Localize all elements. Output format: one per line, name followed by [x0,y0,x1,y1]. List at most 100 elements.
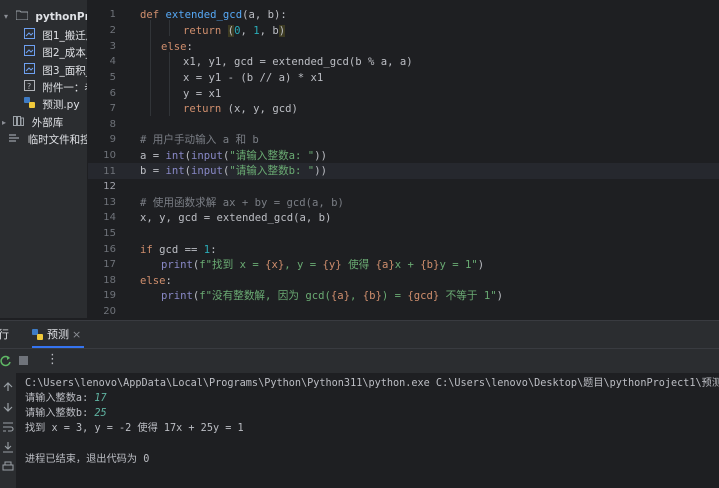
chevron-down-icon[interactable]: ▾ [4,8,8,26]
line-number: 13 [103,197,116,208]
code-editor[interactable]: 1 2 3 4 5 6 7 8 9 10 11 12 13 14 15 16 1… [88,0,719,318]
fstring-field: {b} [420,259,440,271]
code-text: : [210,244,217,256]
tree-item-image2[interactable]: 图2_成本_vs_ [24,44,87,62]
function-name: extended_gcd [165,9,243,21]
bracket-match: ) [278,25,286,37]
arrow-up-icon[interactable] [2,381,14,393]
project-root[interactable]: ▾ pythonProject1 [4,8,87,26]
line-number: 1 [109,9,116,20]
tree-item-predict-py[interactable]: 预测.py [24,96,80,114]
line-number: 10 [103,150,116,161]
code-text: (x, y, gcd) [227,103,298,115]
console-prompt-a: 请输入整数a: 17 [25,391,107,407]
run-window-title: 行 [0,328,9,341]
code-line-18: print(f"找到 x = {x}, y = {y} 使得 {a}x + {b… [161,257,484,273]
code-line-4: x1, y1, gcd = extended_gcd(b % a, a) [183,56,413,68]
tree-item-image3[interactable]: 图3_面积_vs_ [24,62,87,80]
line-number: 11 [103,166,116,177]
close-icon[interactable]: × [72,321,81,348]
code-text: )) [314,165,327,177]
fstring-field: {gcd} [407,290,440,302]
image-icon [24,27,35,45]
string-literal: , [349,290,363,302]
line-number: 4 [109,56,116,67]
tree-item-scratches[interactable]: 临时文件和控制台 [2,131,87,149]
line-number-gutter[interactable]: 1 2 3 4 5 6 7 8 9 10 11 12 13 14 15 16 1… [88,0,122,318]
code-line-12: b = int(input("请输入整数b: ")) [140,163,327,179]
string-literal: 不等于 1" [439,290,497,302]
keyword-if: if [140,244,153,256]
tree-item-label: 临时文件和控制台 [27,134,87,146]
tree-item-label: 附件一：老城 [42,82,87,94]
line-number: 2 [109,25,116,36]
chevron-right-icon[interactable]: ▸ [2,114,6,132]
project-root-label: pythonProject1 [35,11,87,23]
run-tool-window-header: 行 预测 × [0,320,719,349]
more-options-icon[interactable]: ⋮ [46,352,59,367]
code-line-14: # 使用函数求解 ax + by = gcd(a, b) [140,197,344,209]
console-text: 请输入整数b: [25,408,95,419]
code-line-11: a = int(input("请输入整数a: ")) [140,148,327,164]
rerun-icon[interactable] [0,355,12,367]
keyword-return: return [183,103,222,115]
python-file-icon [24,96,35,114]
builtin-int: int [165,165,185,177]
code-line-2: return (0, 1, b) [183,23,286,39]
string-literal: ) = [381,290,408,302]
scratches-icon [9,131,20,149]
line-number: 5 [109,72,116,83]
builtin-int: int [165,150,185,162]
keyword-def: def [140,9,160,21]
scroll-to-end-icon[interactable] [2,441,14,453]
line-number: 20 [103,306,116,317]
image-icon [24,62,35,80]
run-console[interactable]: C:\Users\lenovo\AppData\Local\Programs\P… [16,373,719,488]
string-literal: , y = [284,259,323,271]
code-text: ) [278,25,286,37]
code-text: a = [140,150,166,162]
console-prompt-b: 请输入整数b: 25 [25,406,107,422]
string-literal: f"没有整数解, 因为 gcd( [199,290,331,302]
line-number: 16 [103,244,116,255]
console-command-line: C:\Users\lenovo\AppData\Local\Programs\P… [25,378,719,389]
fstring-field: {y} [322,259,342,271]
code-line-17: if gcd == 1: [140,242,217,258]
builtin-input: input [191,165,223,177]
image-icon [24,44,35,62]
code-text: : [165,275,172,287]
line-number: 17 [103,259,116,270]
code-text: ) [477,259,485,271]
print-icon[interactable] [2,461,14,473]
code-line-7: return (x, y, gcd) [183,101,298,117]
console-user-input: 25 [94,408,107,419]
line-number: 12 [103,181,116,192]
tree-item-label: 图3_面积_vs_ [42,65,87,77]
fstring-field: {a} [375,259,395,271]
builtin-print: print [161,259,193,271]
code-line-3: else: [161,39,193,55]
builtin-input: input [191,150,223,162]
tree-item-attachment[interactable]: ? 附件一：老城 [24,79,87,97]
line-number: 18 [103,275,116,286]
code-line-20: print(f"没有整数解, 因为 gcd({a}, {b}) = {gcd} … [161,288,503,304]
tree-item-external-libs[interactable]: ▸ 外部库 [2,114,63,132]
console-text: 请输入整数a: [25,393,95,404]
run-toolbar: ⋮ [0,349,719,373]
fstring-field: {a} [330,290,350,302]
tab-predict[interactable]: 预测 × [32,321,84,348]
string-literal: 使得 [341,259,376,271]
library-icon [13,114,25,132]
code-line-19: else: [140,273,172,289]
builtin-print: print [161,290,193,302]
tree-item-image1[interactable]: 图1_搬迁户数 [24,27,87,45]
arrow-down-icon[interactable] [2,401,14,413]
console-result: 找到 x = 3, y = -2 使得 17x + 25y = 1 [25,423,244,434]
code-line-15: x, y, gcd = extended_gcd(a, b) [140,212,332,224]
code-text: , [240,25,254,37]
keyword-return: return [183,25,222,37]
soft-wrap-icon[interactable] [2,421,14,433]
stop-icon[interactable] [18,355,30,367]
string-literal: "请输入整数a: " [229,150,315,162]
code-text: b = [140,165,166,177]
